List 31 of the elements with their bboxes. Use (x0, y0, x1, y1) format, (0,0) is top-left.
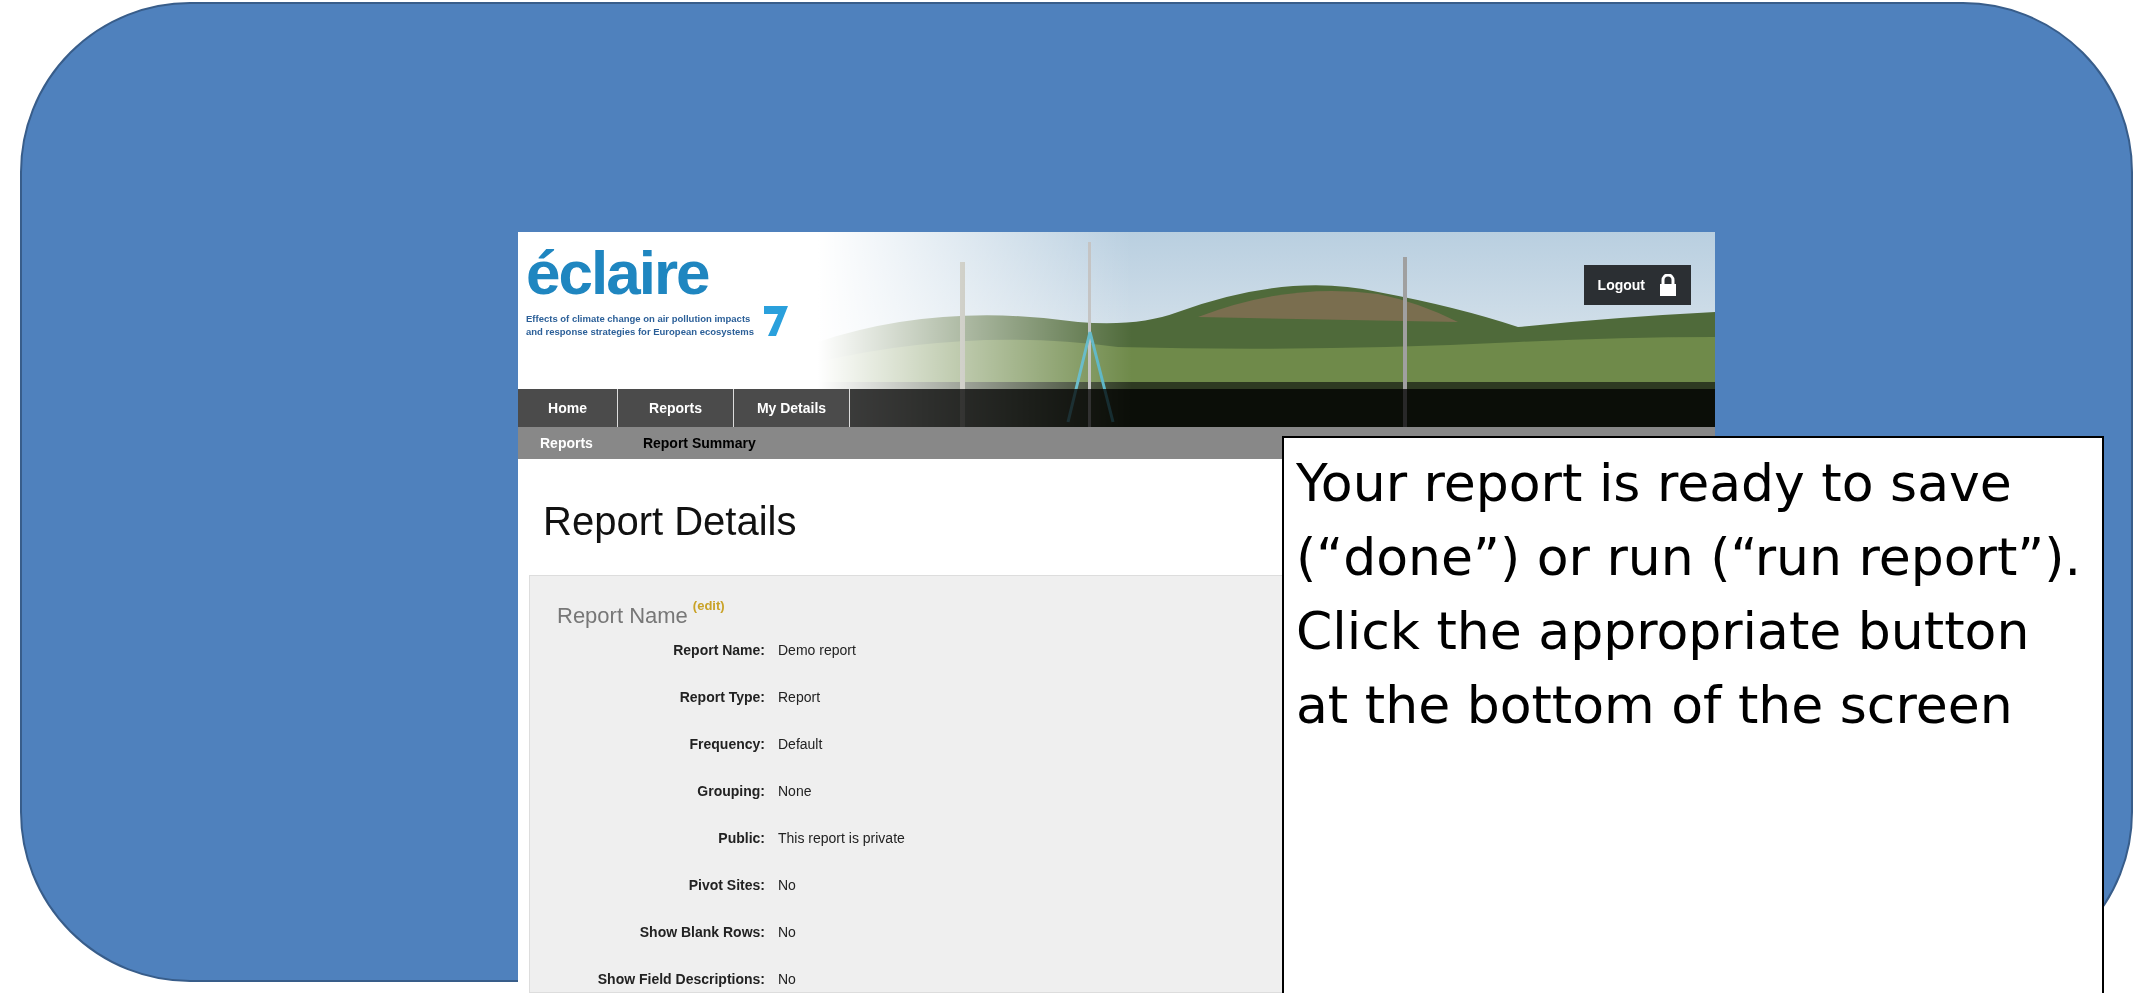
field-label: Report Type: (678, 688, 765, 707)
field-label: Grouping: (696, 782, 765, 801)
field-value: Default (778, 735, 823, 754)
field-label: Frequency: (688, 735, 765, 754)
field-label: Show Field Descriptions: (596, 970, 765, 989)
nav-tab[interactable]: Home (518, 389, 618, 427)
field-value: No (778, 970, 796, 989)
field-value: Demo report (778, 641, 856, 660)
field-value: No (778, 876, 796, 895)
tagline: and response strategies for European ecosystems (526, 325, 755, 338)
nav-tab[interactable]: Reports (618, 389, 734, 427)
field-value: Report (778, 688, 821, 707)
logo-mark-icon (762, 304, 791, 338)
nav-tab[interactable]: My Details (734, 389, 850, 427)
field-label: Public: (717, 829, 765, 848)
field-value: No (778, 923, 796, 942)
section-title: Report Name (557, 602, 688, 630)
field-value: This report is private (778, 829, 905, 848)
subnav-tab[interactable]: Reports (540, 432, 593, 454)
callout-text: Click the appropriate button at the bottom of the screen (1296, 600, 2031, 737)
field-value: None (778, 782, 812, 801)
page-title: Report Details (543, 498, 797, 545)
tagline: Effects of climate change on air pollution impacts (526, 312, 752, 325)
logout-button[interactable]: Logout (1583, 265, 1691, 305)
field-label: Pivot Sites: (687, 876, 765, 895)
callout-text: Your report is ready to save (“done”) or run (“run report”). (1296, 452, 2083, 589)
field-label: Show Blank Rows: (638, 923, 765, 942)
logo: éclaire (526, 242, 710, 304)
lock-icon (1659, 274, 1677, 296)
field-label: Report Name: (672, 641, 765, 660)
subnav-tab[interactable]: Report Summary (642, 432, 756, 454)
